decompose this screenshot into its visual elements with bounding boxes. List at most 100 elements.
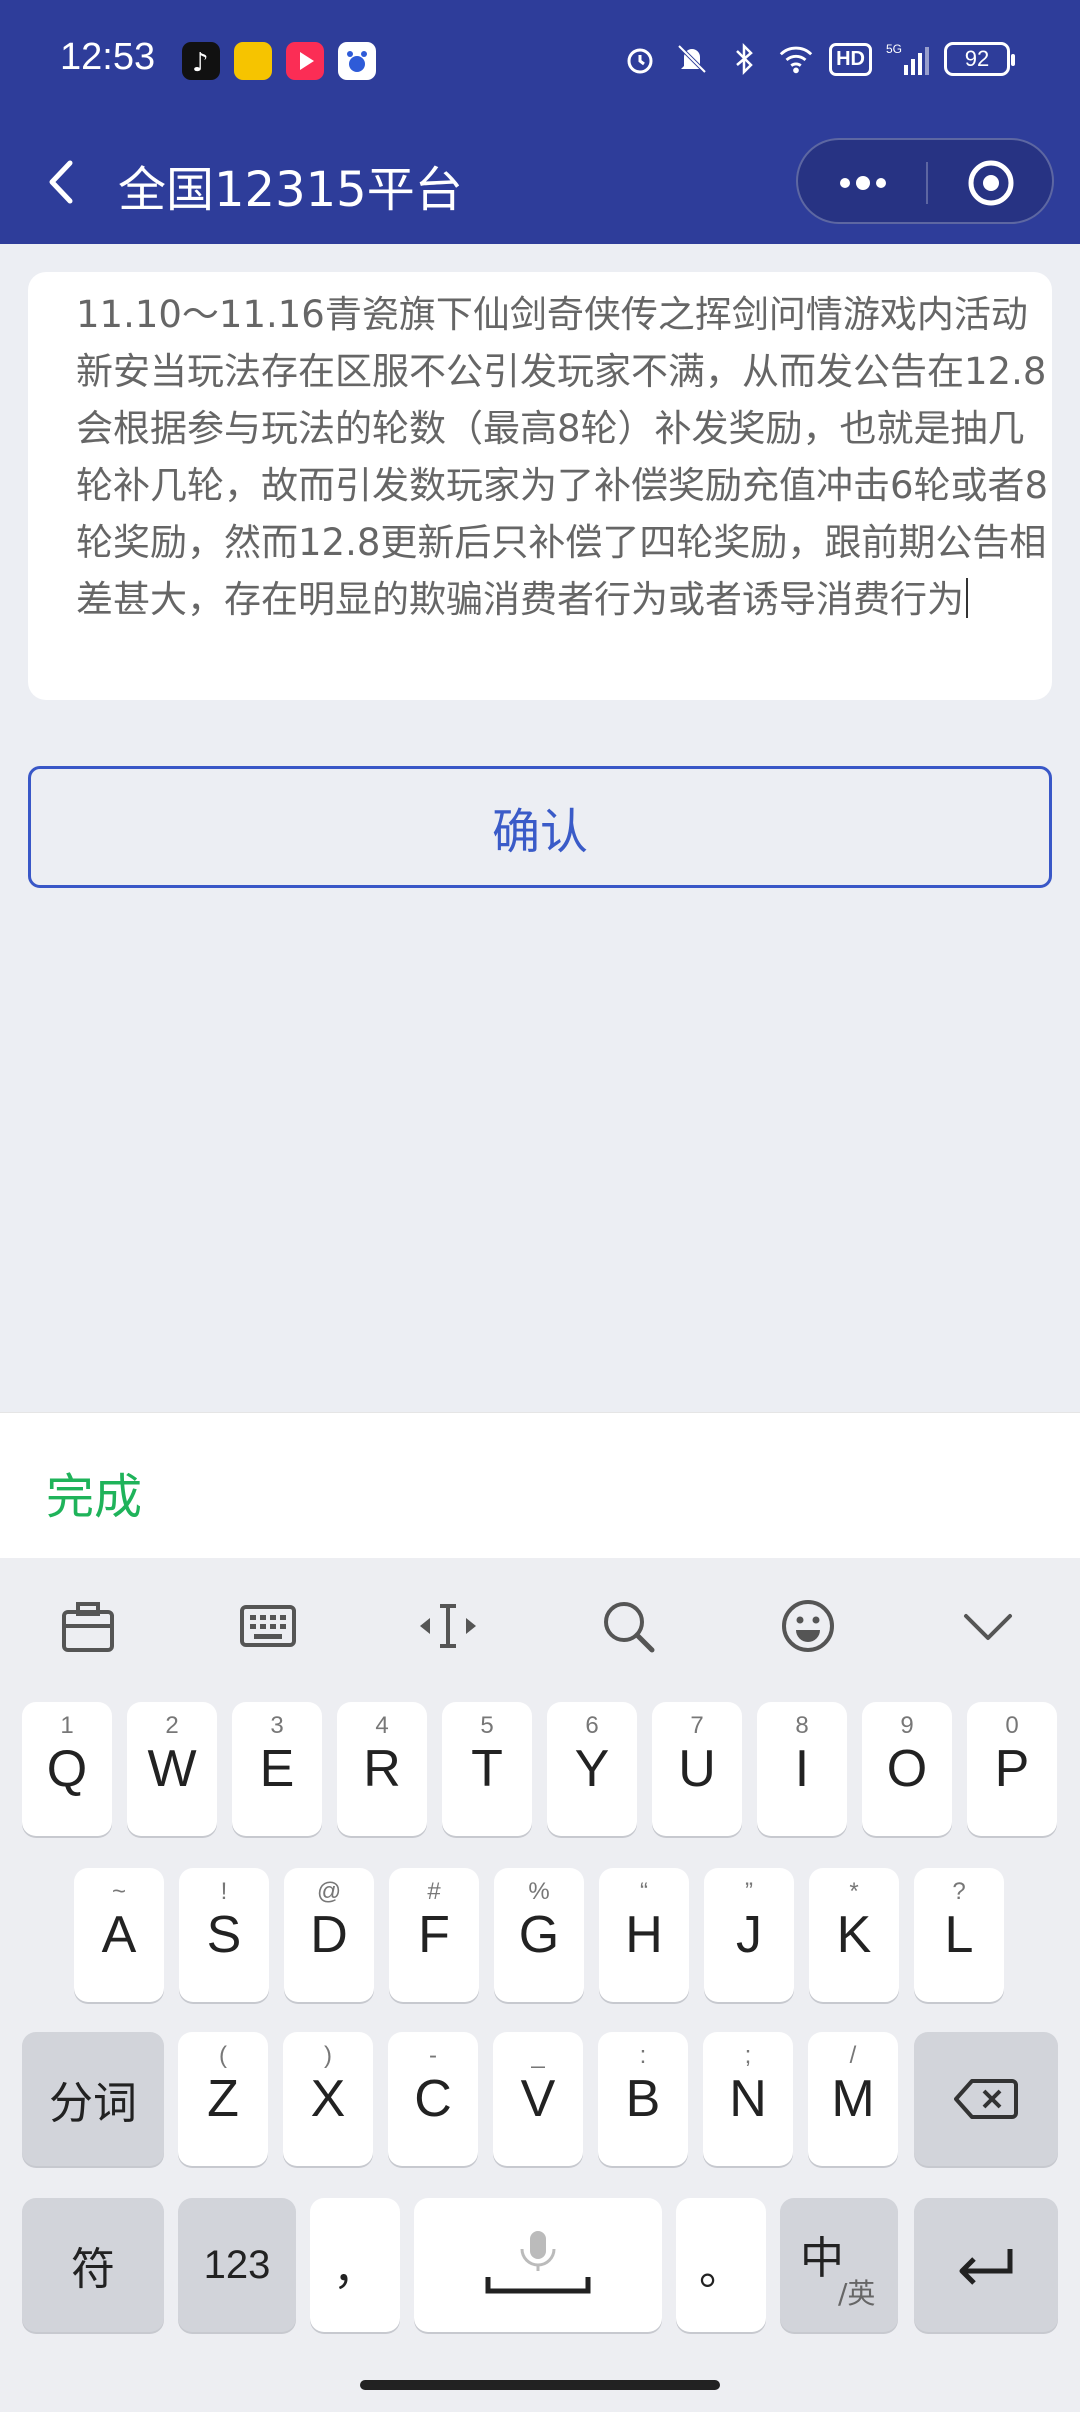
key-h[interactable]: “H — [599, 1868, 689, 2002]
period-key-label: 。 — [699, 2244, 743, 2295]
mute-icon — [673, 40, 711, 78]
key-p[interactable]: 0P — [967, 1702, 1057, 1836]
key-u-label: U — [678, 1740, 716, 1798]
comma-key[interactable]: ， — [310, 2198, 400, 2332]
key-t[interactable]: 5T — [442, 1702, 532, 1836]
key-z-label: Z — [207, 2070, 239, 2128]
key-g-label: G — [518, 1906, 560, 1964]
key-l-label: L — [944, 1906, 974, 1964]
key-w-secondary: 2 — [165, 1712, 179, 1739]
key-t-secondary: 5 — [480, 1712, 494, 1739]
chevron-left-icon — [49, 160, 73, 204]
cursor-move-icon[interactable] — [416, 1594, 480, 1658]
space-key[interactable] — [414, 2198, 662, 2332]
alarm-icon — [621, 40, 659, 78]
collapse-keyboard-icon[interactable] — [956, 1594, 1020, 1658]
key-j-label: J — [736, 1906, 762, 1964]
signal-icon: 5G — [886, 40, 930, 78]
key-a[interactable]: ~ A — [74, 1868, 164, 2002]
key-m[interactable]: / M — [808, 2032, 898, 2166]
key-a-secondary: ~ — [111, 1878, 126, 1905]
key-o[interactable]: 9O — [862, 1702, 952, 1836]
numeric-key[interactable]: 123 — [178, 2198, 296, 2332]
numeric-key-label: 123 — [203, 2242, 271, 2287]
done-button[interactable]: 完成 — [46, 1457, 142, 1527]
key-h-secondary: “ — [640, 1878, 648, 1905]
more-dots-icon — [840, 176, 886, 190]
close-miniapp-button[interactable] — [966, 158, 1016, 208]
svg-text:♪: ♪ — [192, 48, 209, 78]
symbol-key-label: 符 — [71, 2244, 115, 2295]
key-i[interactable]: 8I — [757, 1702, 847, 1836]
backspace-key[interactable] — [914, 2032, 1058, 2166]
bluetooth-icon — [725, 40, 763, 78]
key-h-label: H — [625, 1906, 663, 1964]
key-s[interactable]: ! S — [179, 1868, 269, 2002]
key-e[interactable]: 3E — [232, 1702, 322, 1836]
key-y-label: Y — [574, 1740, 610, 1798]
status-icons: HD 5G 92 — [621, 40, 1015, 78]
more-button[interactable] — [828, 160, 898, 206]
language-switch-key[interactable]: 中 /英 — [780, 2198, 898, 2332]
svg-text:5G: 5G — [886, 42, 902, 56]
segment-key-label: 分词 — [49, 2078, 137, 2129]
key-c-secondary: - — [429, 2042, 437, 2069]
status-bar: 12:53 ♪ HD 5G 92 — [0, 0, 1080, 124]
key-r[interactable]: 4R — [337, 1702, 427, 1836]
complaint-textarea[interactable]: 11.10～11.16青瓷旗下仙剑奇侠传之挥剑问情游戏内活动新安当玩法存在区服不… — [76, 286, 1056, 628]
key-q-label: Q — [46, 1740, 88, 1798]
key-z[interactable]: (Z — [178, 2032, 268, 2166]
confirm-button[interactable]: 确认 — [28, 766, 1052, 888]
key-v-secondary: _ — [531, 2042, 545, 2069]
key-b[interactable]: :B — [598, 2032, 688, 2166]
douyin-app-icon: ♪ — [182, 42, 220, 80]
page-title: 全国12315平台 — [118, 162, 463, 218]
key-q[interactable]: 1Q — [22, 1702, 112, 1836]
key-d[interactable]: @ D — [284, 1868, 374, 2002]
key-o-secondary: 9 — [900, 1712, 914, 1739]
comma-key-label: ， — [333, 2244, 377, 2295]
key-y[interactable]: 6Y — [547, 1702, 637, 1836]
complaint-card: 11.10～11.16青瓷旗下仙剑奇侠传之挥剑问情游戏内活动新安当玩法存在区服不… — [28, 272, 1052, 700]
key-e-label: E — [259, 1740, 295, 1798]
key-j-secondary: ” — [745, 1878, 753, 1905]
keyboard-layout-icon[interactable] — [236, 1594, 300, 1658]
segment-key[interactable]: 分词 — [22, 2032, 164, 2166]
top-bar: 12:53 ♪ HD 5G 92 全国12315平台 — [0, 0, 1080, 244]
keyboard: 1Q2W3E4R5T6Y7U8I9O0P ~ A! S @ D # F% G “H” J * K? L … — [0, 1558, 1080, 2412]
key-g[interactable]: % G — [494, 1868, 584, 2002]
key-f[interactable]: # F — [389, 1868, 479, 2002]
key-l[interactable]: ? L — [914, 1868, 1004, 2002]
key-w[interactable]: 2W — [127, 1702, 217, 1836]
key-g-secondary: % — [528, 1878, 550, 1905]
emoji-icon[interactable] — [776, 1594, 840, 1658]
key-u[interactable]: 7U — [652, 1702, 742, 1836]
key-r-secondary: 4 — [375, 1712, 389, 1739]
key-x-secondary: ) — [324, 2042, 332, 2069]
key-n[interactable]: ; N — [703, 2032, 793, 2166]
key-x[interactable]: ) X — [283, 2032, 373, 2166]
key-p-label: P — [994, 1740, 1030, 1798]
lang-sub-label: /英 — [838, 2277, 876, 2310]
key-v[interactable]: _ V — [493, 2032, 583, 2166]
key-c[interactable]: -C — [388, 2032, 478, 2166]
clipboard-icon[interactable] — [56, 1594, 120, 1658]
key-t-label: T — [471, 1740, 503, 1798]
key-k-label: K — [836, 1906, 872, 1964]
symbol-key[interactable]: 符 — [22, 2198, 164, 2332]
key-u-secondary: 7 — [690, 1712, 704, 1739]
battery-indicator: 92 — [944, 42, 1015, 76]
enter-key[interactable] — [914, 2198, 1058, 2332]
period-key[interactable]: 。 — [676, 2198, 766, 2332]
key-d-secondary: @ — [316, 1878, 342, 1905]
key-k[interactable]: * K — [809, 1868, 899, 2002]
key-e-secondary: 3 — [270, 1712, 284, 1739]
home-indicator[interactable] — [360, 2380, 720, 2390]
keyboard-accessory-bar: 完成 — [0, 1412, 1080, 1558]
key-m-secondary: / — [849, 2042, 857, 2069]
key-j[interactable]: ” J — [704, 1868, 794, 2002]
complaint-text: 11.10～11.16青瓷旗下仙剑奇侠传之挥剑问情游戏内活动新安当玩法存在区服不… — [76, 293, 1049, 621]
back-button[interactable] — [38, 152, 84, 212]
search-icon[interactable] — [596, 1594, 660, 1658]
target-close-icon — [968, 160, 1014, 206]
